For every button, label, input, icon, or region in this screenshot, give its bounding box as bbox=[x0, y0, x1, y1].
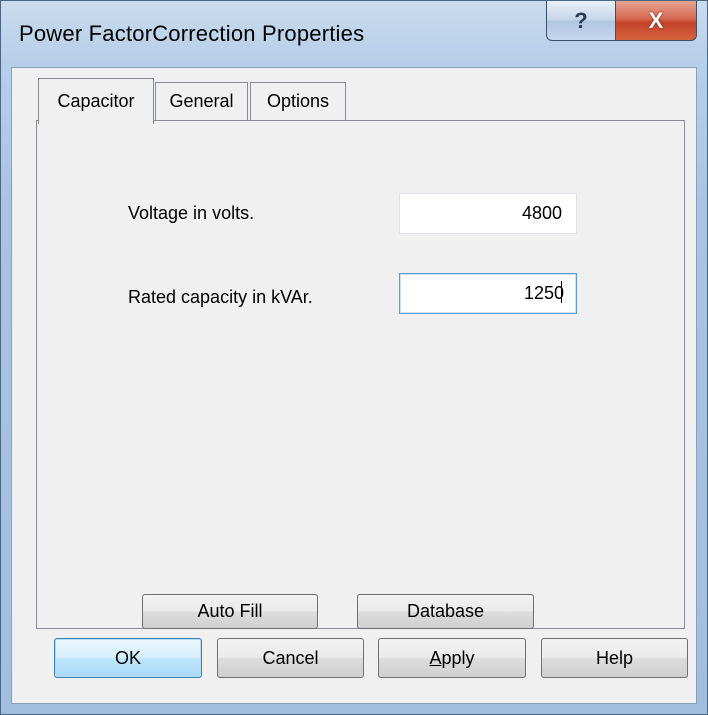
voltage-value: 4800 bbox=[521, 203, 562, 223]
apply-mnemonic: A bbox=[429, 647, 442, 668]
ok-button[interactable]: OK bbox=[54, 638, 202, 678]
dialog-client-area: Capacitor General Options Voltage in vol… bbox=[11, 67, 697, 704]
close-icon: X bbox=[648, 7, 664, 33]
help-button[interactable]: Help bbox=[541, 638, 688, 678]
tab-general[interactable]: General bbox=[155, 82, 248, 120]
cancel-button[interactable]: Cancel bbox=[217, 638, 364, 678]
question-mark-icon: ? bbox=[574, 7, 588, 33]
voltage-label: Voltage in volts. bbox=[128, 203, 255, 223]
capacitor-tab-panel: Voltage in volts. 4800 Rated capacity in… bbox=[36, 120, 685, 629]
rated-capacity-value: 1250 bbox=[523, 283, 564, 303]
apply-button[interactable]: Apply bbox=[378, 638, 526, 678]
text-caret bbox=[561, 281, 562, 303]
voltage-input[interactable]: 4800 bbox=[399, 193, 577, 234]
tab-options[interactable]: Options bbox=[250, 82, 346, 120]
close-button[interactable]: X bbox=[615, 1, 697, 41]
database-button[interactable]: Database bbox=[357, 594, 534, 629]
window-title: Power FactorCorrection Properties bbox=[19, 21, 365, 46]
dialog-window: Power FactorCorrection Properties ? X Ca… bbox=[0, 0, 708, 715]
rated-capacity-input[interactable]: 1250 bbox=[399, 273, 577, 314]
title-bar[interactable]: Power FactorCorrection Properties ? X bbox=[1, 1, 707, 67]
auto-fill-button[interactable]: Auto Fill bbox=[142, 594, 318, 629]
apply-label: pply bbox=[441, 647, 475, 668]
rated-capacity-label: Rated capacity in kVAr. bbox=[128, 287, 313, 307]
tab-capacitor[interactable]: Capacitor bbox=[38, 78, 154, 124]
help-title-button[interactable]: ? bbox=[546, 1, 616, 41]
